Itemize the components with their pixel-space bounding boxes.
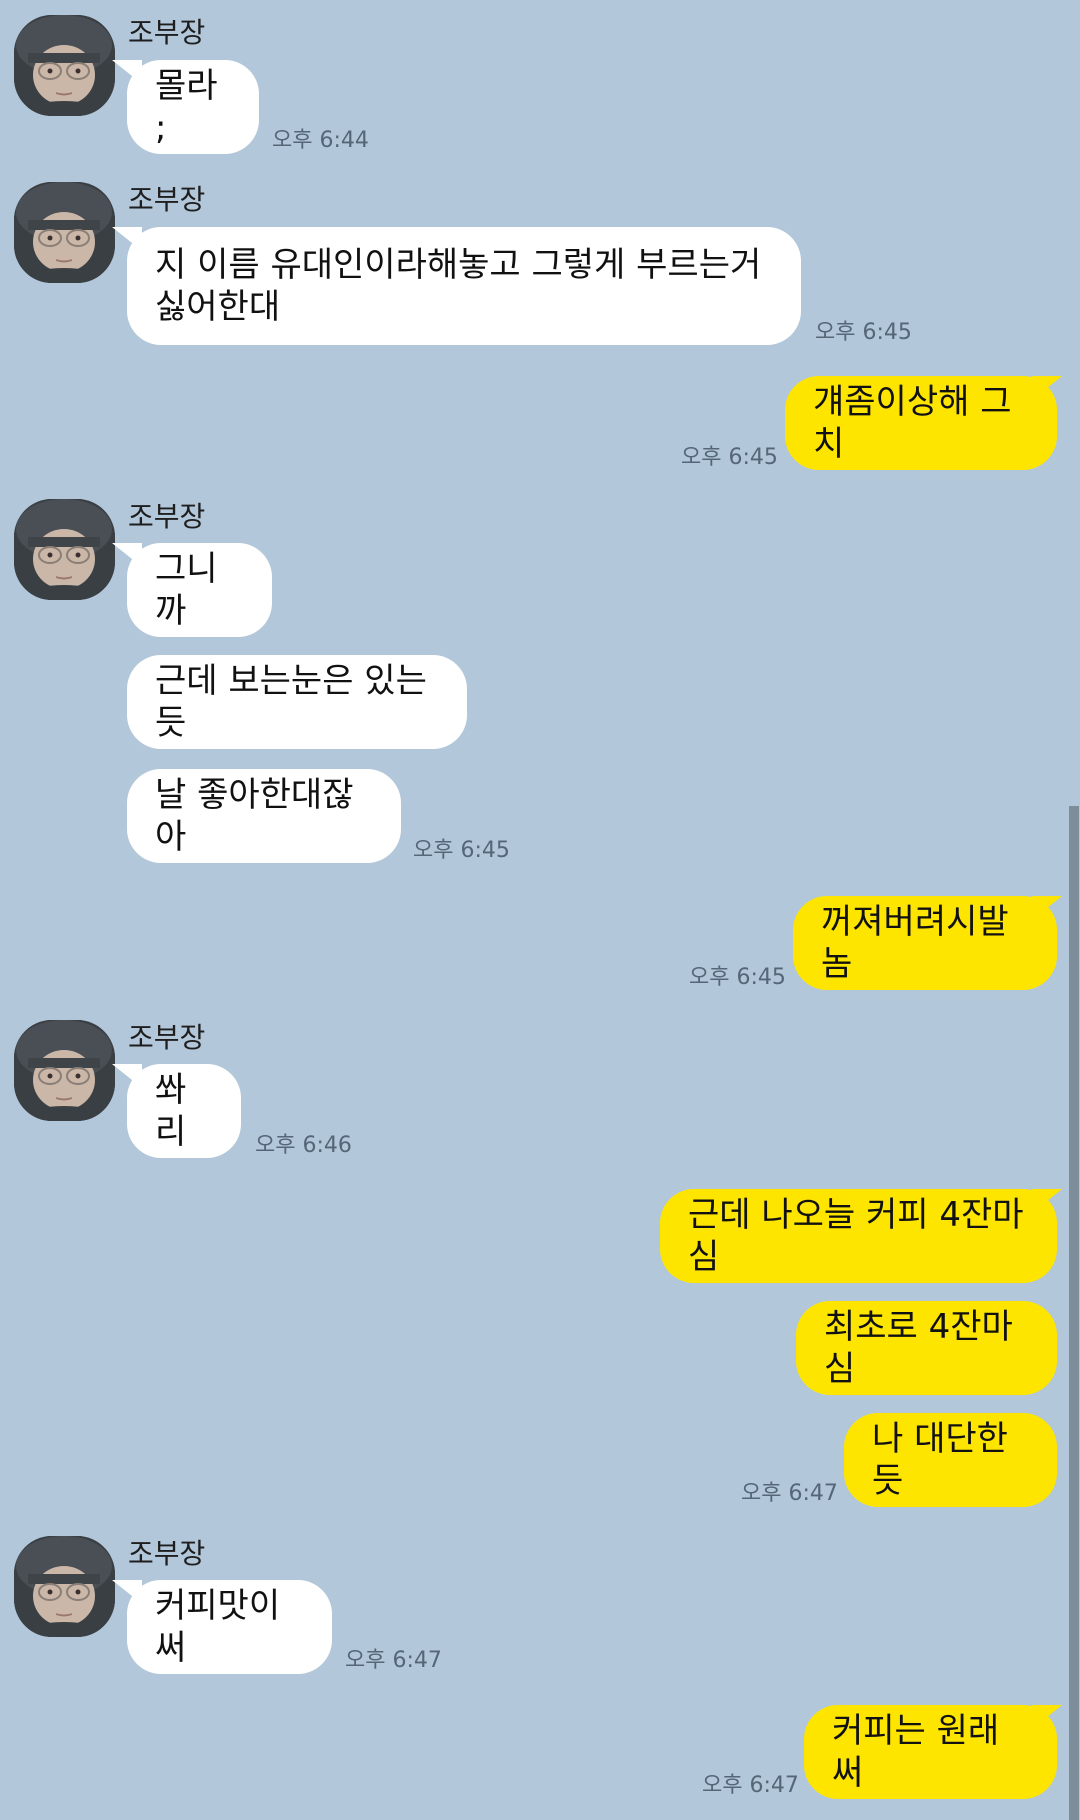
avatar[interactable] xyxy=(14,182,115,283)
message-time: 오후 6:45 xyxy=(689,965,786,990)
sender-name: 조부장 xyxy=(128,1537,206,1570)
message-bubble-incoming[interactable]: 커피맛이써 xyxy=(127,1580,332,1674)
scrollbar[interactable] xyxy=(1069,806,1079,1820)
message-bubble-incoming[interactable]: 지 이름 유대인이라해놓고 그렇게 부르는거 싫어한대 xyxy=(127,227,801,345)
message-bubble-outgoing[interactable]: 근데 나오늘 커피 4잔마심 xyxy=(660,1189,1057,1283)
message-bubble-incoming[interactable]: 근데 보는눈은 있는듯 xyxy=(127,655,467,749)
sender-name: 조부장 xyxy=(128,500,206,533)
message-bubble-outgoing[interactable]: 커피는 원래 써 xyxy=(804,1705,1057,1799)
message-bubble-outgoing[interactable]: 꺼져버려시발놈 xyxy=(793,896,1057,990)
message-time: 오후 6:45 xyxy=(815,320,912,345)
avatar[interactable] xyxy=(14,15,115,116)
sender-name: 조부장 xyxy=(128,16,206,49)
message-bubble-incoming[interactable]: 그니까 xyxy=(127,543,272,637)
sender-name: 조부장 xyxy=(128,1021,206,1054)
message-bubble-incoming[interactable]: 몰라 ; xyxy=(127,60,259,154)
sender-name: 조부장 xyxy=(128,183,206,216)
avatar[interactable] xyxy=(14,499,115,600)
message-bubble-outgoing[interactable]: 걔좀이상해 그치 xyxy=(785,376,1057,470)
message-bubble-incoming[interactable]: 날 좋아한대잖아 xyxy=(127,769,401,863)
message-time: 오후 6:47 xyxy=(702,1773,799,1798)
message-time: 오후 6:47 xyxy=(741,1481,838,1506)
message-time: 오후 6:45 xyxy=(681,445,778,470)
message-time: 오후 6:46 xyxy=(255,1133,352,1158)
avatar[interactable] xyxy=(14,1020,115,1121)
message-bubble-incoming[interactable]: 쏴리 xyxy=(127,1064,241,1158)
message-time: 오후 6:47 xyxy=(345,1648,442,1673)
avatar[interactable] xyxy=(14,1536,115,1637)
message-bubble-outgoing[interactable]: 나 대단한듯 xyxy=(844,1413,1057,1507)
message-time: 오후 6:44 xyxy=(272,128,369,153)
message-bubble-outgoing[interactable]: 최초로 4잔마심 xyxy=(796,1301,1057,1395)
message-time: 오후 6:45 xyxy=(413,838,510,863)
